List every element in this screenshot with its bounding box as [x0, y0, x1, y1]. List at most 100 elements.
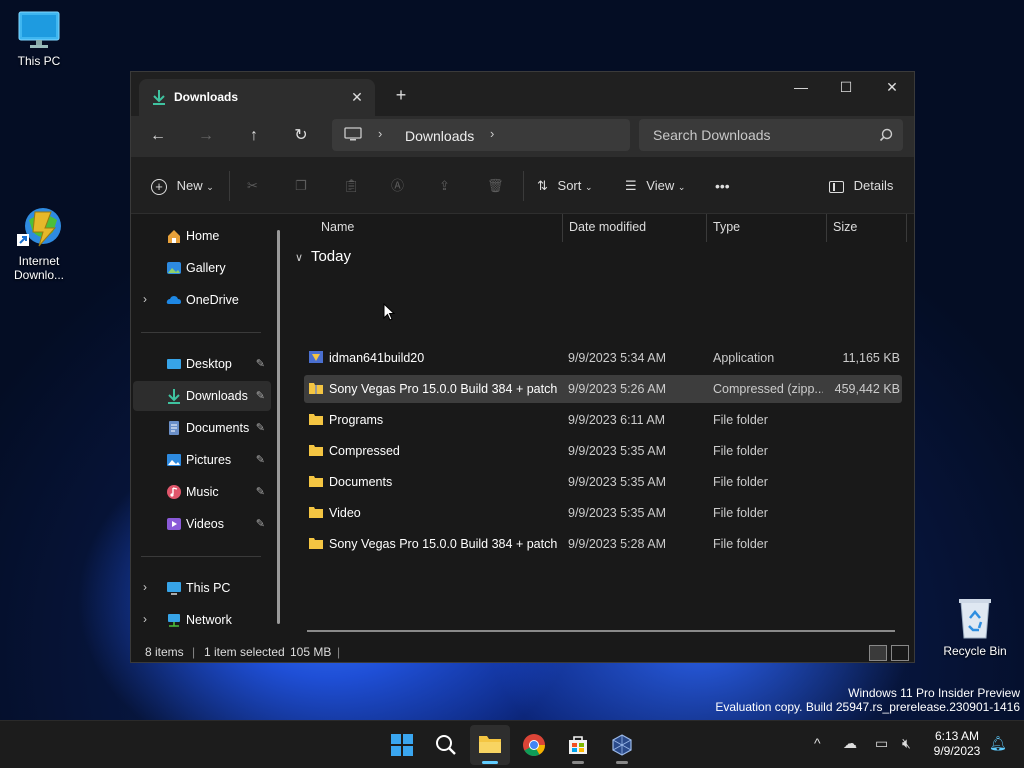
file-row[interactable]: Programs 9/9/2023 6:11 AM File folder	[304, 406, 902, 434]
back-button[interactable]: ←	[143, 121, 173, 151]
sidebar-item-network[interactable]: › Network	[133, 605, 271, 635]
sort-button[interactable]: ⇅ Sort ⌄	[537, 171, 593, 201]
details-pane-button[interactable]: Details	[829, 171, 893, 201]
column-header-size[interactable]: Size	[827, 214, 907, 242]
up-button[interactable]: ↑	[239, 121, 269, 151]
tab-downloads[interactable]: Downloads ✕	[139, 79, 375, 116]
view-button[interactable]: ☰ View ⌄	[625, 171, 685, 201]
taskbar-microsoft-store[interactable]	[558, 725, 598, 765]
file-date: 9/9/2023 5:35 AM	[568, 506, 666, 520]
sidebar-item-home[interactable]: Home	[133, 221, 271, 251]
new-button[interactable]: + New ⌄	[151, 171, 215, 201]
chevron-right-icon[interactable]: ›	[378, 126, 382, 141]
volume-muted-icon[interactable]: 🔇︎	[902, 735, 911, 752]
file-date: 9/9/2023 6:11 AM	[568, 413, 666, 427]
sidebar-item-gallery[interactable]: Gallery	[133, 253, 271, 283]
view-label: View	[646, 178, 675, 193]
file-row[interactable]: Compressed 9/9/2023 5:35 AM File folder	[304, 437, 902, 465]
sidebar-item-this-pc[interactable]: › This PC	[133, 573, 271, 603]
paste-icon[interactable]: 📋︎	[343, 171, 360, 201]
pin-icon[interactable]: ✎	[256, 453, 265, 466]
desktop-icon-internet-download-manager[interactable]: Internet Downlo...	[0, 204, 78, 282]
selection-size: 105 MB	[290, 645, 332, 659]
maximize-button[interactable]: ☐	[823, 72, 869, 104]
chevron-right-icon[interactable]: ›	[143, 612, 147, 626]
chevron-down-icon: ∨	[295, 252, 304, 264]
onedrive-offline-icon[interactable]: ☁	[843, 735, 857, 752]
sidebar-item-label: OneDrive	[186, 293, 239, 307]
sidebar-item-onedrive[interactable]: › OneDrive	[133, 285, 271, 315]
sidebar-item-pictures[interactable]: Pictures ✎	[133, 445, 271, 475]
toolbar-divider	[229, 171, 230, 201]
search-box[interactable]	[639, 119, 903, 151]
pin-icon[interactable]: ✎	[256, 421, 265, 434]
new-tab-button[interactable]: +	[389, 84, 413, 108]
minimize-button[interactable]: —	[778, 72, 824, 104]
start-button[interactable]	[382, 725, 422, 765]
sidebar-item-label: Network	[186, 613, 232, 627]
file-name: Compressed	[329, 444, 400, 458]
chevron-right-icon[interactable]: ›	[143, 292, 147, 306]
file-explorer-window: Downloads ✕ + — ☐ ✕ ← → ↑ ↻ › Downloads …	[130, 71, 915, 663]
desktop-icon-recycle-bin[interactable]: Recycle Bin	[936, 596, 1014, 658]
large-icons-view-toggle[interactable]	[891, 645, 909, 661]
file-type: File folder	[713, 444, 768, 458]
search-input[interactable]	[653, 127, 873, 143]
sidebar-item-label: Pictures	[186, 453, 232, 467]
pin-icon[interactable]: ✎	[256, 485, 265, 498]
show-hidden-icons-icon[interactable]: ^	[814, 735, 821, 751]
file-row[interactable]: Documents 9/9/2023 5:35 AM File folder	[304, 468, 902, 496]
share-icon[interactable]: ⇪	[439, 171, 450, 201]
pin-icon[interactable]: ✎	[256, 357, 265, 370]
more-options-button[interactable]: •••	[715, 171, 730, 201]
column-header-name[interactable]: Name	[315, 214, 563, 242]
sidebar-item-documents[interactable]: Documents ✎	[133, 413, 271, 443]
taskbar-virtualbox[interactable]	[602, 725, 642, 765]
column-header-type[interactable]: Type	[707, 214, 827, 242]
pin-icon[interactable]: ✎	[256, 389, 265, 402]
column-header-date-modified[interactable]: Date modified	[563, 214, 707, 242]
file-row[interactable]: Video 9/9/2023 5:35 AM File folder	[304, 499, 902, 527]
pin-icon[interactable]: ✎	[256, 517, 265, 530]
status-divider: |	[192, 645, 196, 659]
desktop-icon-this-pc[interactable]: This PC	[0, 10, 78, 68]
item-count: 8 items	[145, 645, 184, 659]
virtualbox-icon	[612, 734, 632, 756]
group-header-today[interactable]: ∨ Today	[295, 248, 351, 265]
watermark-line-2: Evaluation copy. Build 25947.rs_prerelea…	[715, 700, 1020, 714]
breadcrumb-downloads[interactable]: Downloads	[405, 128, 474, 144]
sidebar-item-desktop[interactable]: Desktop ✎	[133, 349, 271, 379]
file-type: File folder	[713, 506, 768, 520]
close-button[interactable]: ✕	[869, 72, 914, 104]
taskbar-chrome[interactable]	[514, 725, 554, 765]
file-name: Documents	[329, 475, 393, 489]
chevron-right-icon[interactable]: ›	[143, 580, 147, 594]
zip-folder-icon	[308, 381, 324, 395]
rename-icon[interactable]: Ⓐ	[391, 171, 404, 201]
notification-bell-icon[interactable]: 🔔︎	[989, 735, 1007, 752]
sidebar-item-videos[interactable]: Videos ✎	[133, 509, 271, 539]
copy-icon[interactable]: ❐	[295, 171, 307, 201]
search-button[interactable]	[426, 725, 466, 765]
address-bar[interactable]: › Downloads ›	[332, 119, 630, 151]
file-row[interactable]: idman641build20 9/9/2023 5:34 AM Applica…	[304, 344, 902, 372]
file-row[interactable]: Sony Vegas Pro 15.0.0 Build 384 + patch …	[304, 530, 902, 558]
details-pane-icon	[829, 180, 844, 193]
sidebar-item-downloads[interactable]: Downloads ✎	[133, 381, 271, 411]
sidebar-item-music[interactable]: Music ✎	[133, 477, 271, 507]
title-bar[interactable]: Downloads ✕ + — ☐ ✕	[131, 72, 914, 116]
close-tab-icon[interactable]: ✕	[347, 87, 367, 107]
taskbar-file-explorer[interactable]	[470, 725, 510, 765]
refresh-button[interactable]: ↻	[286, 121, 316, 151]
horizontal-scrollbar[interactable]	[307, 630, 895, 632]
forward-button[interactable]: →	[191, 121, 221, 151]
network-icon	[166, 612, 182, 628]
details-view-toggle[interactable]	[869, 645, 887, 661]
delete-icon[interactable]: 🗑︎	[487, 171, 504, 201]
chevron-right-icon[interactable]: ›	[490, 126, 494, 141]
system-clock[interactable]: 6:13 AM 9/9/2023	[928, 729, 986, 759]
cut-icon[interactable]: ✂	[247, 171, 258, 201]
network-status-icon[interactable]: ▭	[875, 735, 888, 752]
file-row[interactable]: Sony Vegas Pro 15.0.0 Build 384 + patch …	[304, 375, 902, 403]
sidebar-scrollbar[interactable]	[277, 230, 280, 624]
